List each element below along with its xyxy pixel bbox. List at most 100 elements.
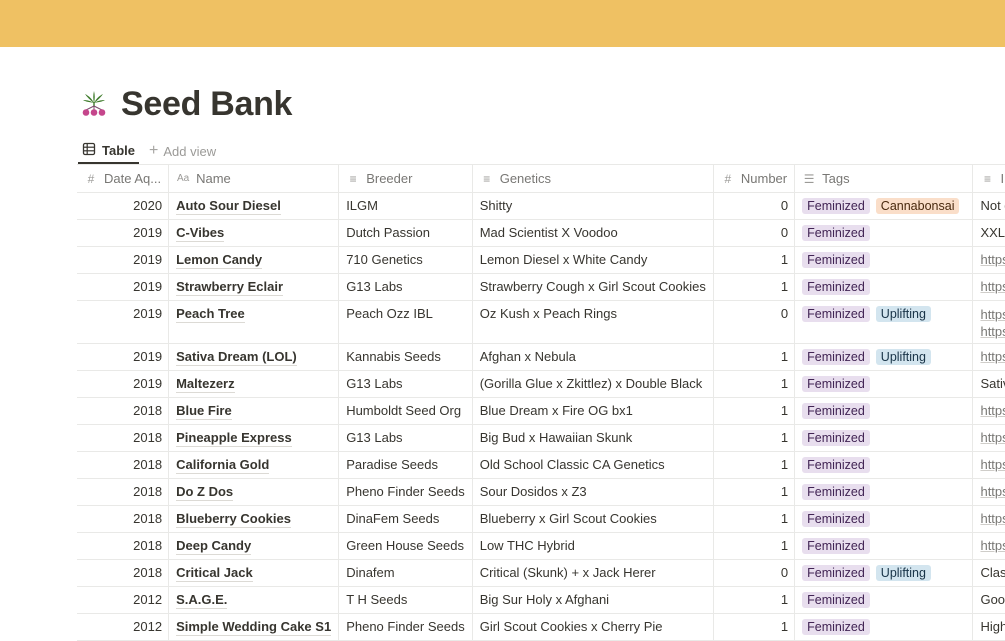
tags-cell[interactable]: Feminized	[794, 532, 974, 560]
date-acquired-cell[interactable]: 2018	[77, 559, 170, 587]
column-header-5[interactable]: ☰ Tags	[794, 164, 974, 193]
tags-cell[interactable]: Feminized	[794, 451, 974, 479]
breeder-cell[interactable]: G13 Labs	[338, 424, 473, 452]
genetics-cell[interactable]: Mad Scientist X Voodoo	[472, 219, 714, 247]
cannabis-seeds-icon[interactable]	[79, 88, 109, 118]
name-cell[interactable]: Deep Candy	[168, 532, 340, 560]
tags-cell[interactable]: Feminized	[794, 586, 974, 614]
column-header-0[interactable]: # Date Aq...	[77, 164, 170, 193]
name-cell[interactable]: Sativa Dream (LOL)	[168, 343, 340, 371]
info-cell[interactable]: Not grea	[972, 192, 1005, 220]
table-row[interactable]: 2019 Maltezerz G13 Labs (Gorilla Glue x Zki…	[77, 370, 1005, 398]
breeder-cell[interactable]: Humboldt Seed Org	[338, 397, 473, 425]
breeder-cell[interactable]: Pheno Finder Seeds	[338, 613, 473, 641]
page-cover-banner[interactable]	[0, 0, 1005, 47]
genetics-cell[interactable]: Blueberry x Girl Scout Cookies	[472, 505, 714, 533]
genetics-cell[interactable]: Afghan x Nebula	[472, 343, 714, 371]
name-cell[interactable]: S.A.G.E.	[168, 586, 340, 614]
date-acquired-cell[interactable]: 2018	[77, 424, 170, 452]
tab-table[interactable]: Table	[78, 138, 139, 164]
info-link[interactable]: https://w	[980, 538, 1005, 553]
number-cell[interactable]: 1	[713, 424, 796, 452]
genetics-cell[interactable]: Critical (Skunk) + x Jack Herer	[472, 559, 714, 587]
info-cell[interactable]: https://w	[972, 343, 1005, 371]
breeder-cell[interactable]: ILGM	[338, 192, 473, 220]
breeder-cell[interactable]: Dinafem	[338, 559, 473, 587]
info-cell[interactable]: High Tim	[972, 613, 1005, 641]
column-header-3[interactable]: ≡ Genetics	[472, 164, 714, 193]
tags-cell[interactable]: Feminized Cannabonsai	[794, 192, 974, 220]
name-cell[interactable]: Simple Wedding Cake S1	[168, 613, 340, 641]
number-cell[interactable]: 0	[713, 559, 796, 587]
table-row[interactable]: 2012 Simple Wedding Cake S1 Pheno Finder S…	[77, 613, 1005, 641]
tags-cell[interactable]: Feminized Uplifting	[794, 343, 974, 371]
date-acquired-cell[interactable]: 2019	[77, 343, 170, 371]
breeder-cell[interactable]: G13 Labs	[338, 273, 473, 301]
genetics-cell[interactable]: Old School Classic CA Genetics	[472, 451, 714, 479]
genetics-cell[interactable]: Big Sur Holy x Afghani	[472, 586, 714, 614]
breeder-cell[interactable]: G13 Labs	[338, 370, 473, 398]
table-row[interactable]: 2019 Sativa Dream (LOL) Kannabis Seeds Afgh…	[77, 343, 1005, 371]
name-cell[interactable]: Lemon Candy	[168, 246, 340, 274]
breeder-cell[interactable]: T H Seeds	[338, 586, 473, 614]
date-acquired-cell[interactable]: 2019	[77, 273, 170, 301]
table-row[interactable]: 2018 Deep Candy Green House Seeds Low THC H…	[77, 532, 1005, 560]
column-header-4[interactable]: # Number	[713, 164, 796, 193]
date-acquired-cell[interactable]: 2012	[77, 613, 170, 641]
number-cell[interactable]: 1	[713, 397, 796, 425]
name-cell[interactable]: Critical Jack	[168, 559, 340, 587]
info-cell[interactable]: Classic S	[972, 559, 1005, 587]
date-acquired-cell[interactable]: 2018	[77, 478, 170, 506]
genetics-cell[interactable]: Shitty	[472, 192, 714, 220]
table-row[interactable]: 2012 S.A.G.E. T H Seeds Big Sur Holy x Afgh…	[77, 586, 1005, 614]
breeder-cell[interactable]: Dutch Passion	[338, 219, 473, 247]
info-cell[interactable]: Sativa Hy	[972, 370, 1005, 398]
number-cell[interactable]: 1	[713, 370, 796, 398]
number-cell[interactable]: 0	[713, 219, 796, 247]
number-cell[interactable]: 0	[713, 300, 796, 344]
name-cell[interactable]: C-Vibes	[168, 219, 340, 247]
info-link[interactable]: https://w	[980, 457, 1005, 472]
tags-cell[interactable]: Feminized	[794, 273, 974, 301]
date-acquired-cell[interactable]: 2018	[77, 505, 170, 533]
table-row[interactable]: 2018 California Gold Paradise Seeds Old Sch…	[77, 451, 1005, 479]
tags-cell[interactable]: Feminized	[794, 424, 974, 452]
tags-cell[interactable]: Feminized Uplifting	[794, 300, 974, 344]
info-cell[interactable]: https://w	[972, 246, 1005, 274]
table-row[interactable]: 2020 Auto Sour Diesel ILGM Shitty 0 Feminized…	[77, 192, 1005, 220]
table-row[interactable]: 2018 Pineapple Express G13 Labs Big Bud x H…	[77, 424, 1005, 452]
number-cell[interactable]: 1	[713, 343, 796, 371]
date-acquired-cell[interactable]: 2019	[77, 219, 170, 247]
name-cell[interactable]: Maltezerz	[168, 370, 340, 398]
number-cell[interactable]: 1	[713, 451, 796, 479]
add-view-button[interactable]: + Add view	[149, 138, 216, 164]
name-cell[interactable]: Do Z Dos	[168, 478, 340, 506]
name-cell[interactable]: California Gold	[168, 451, 340, 479]
table-row[interactable]: 2018 Blue Fire Humboldt Seed Org Blue Dream…	[77, 397, 1005, 425]
date-acquired-cell[interactable]: 2018	[77, 532, 170, 560]
info-cell[interactable]: https://w	[972, 424, 1005, 452]
number-cell[interactable]: 1	[713, 246, 796, 274]
breeder-cell[interactable]: Peach Ozz IBL	[338, 300, 473, 344]
date-acquired-cell[interactable]: 2019	[77, 300, 170, 344]
table-row[interactable]: 2019 C-Vibes Dutch Passion Mad Scientist X …	[77, 219, 1005, 247]
number-cell[interactable]: 1	[713, 586, 796, 614]
breeder-cell[interactable]: Green House Seeds	[338, 532, 473, 560]
breeder-cell[interactable]: DinaFem Seeds	[338, 505, 473, 533]
number-cell[interactable]: 1	[713, 478, 796, 506]
info-cell[interactable]: https://w	[972, 505, 1005, 533]
date-acquired-cell[interactable]: 2018	[77, 451, 170, 479]
table-row[interactable]: 2019 Strawberry Eclair G13 Labs Strawberry …	[77, 273, 1005, 301]
name-cell[interactable]: Blueberry Cookies	[168, 505, 340, 533]
tags-cell[interactable]: Feminized Uplifting	[794, 559, 974, 587]
genetics-cell[interactable]: (Gorilla Glue x Zkittlez) x Double Black	[472, 370, 714, 398]
column-header-1[interactable]: Aa Name	[168, 164, 340, 193]
info-link[interactable]: https://w	[980, 484, 1005, 499]
table-row[interactable]: 2018 Blueberry Cookies DinaFem Seeds Bluebe…	[77, 505, 1005, 533]
tags-cell[interactable]: Feminized	[794, 397, 974, 425]
info-cell[interactable]: https://w	[972, 273, 1005, 301]
date-acquired-cell[interactable]: 2019	[77, 246, 170, 274]
tags-cell[interactable]: Feminized	[794, 219, 974, 247]
genetics-cell[interactable]: Strawberry Cough x Girl Scout Cookies	[472, 273, 714, 301]
table-row[interactable]: 2018 Do Z Dos Pheno Finder Seeds Sour Dosid…	[77, 478, 1005, 506]
